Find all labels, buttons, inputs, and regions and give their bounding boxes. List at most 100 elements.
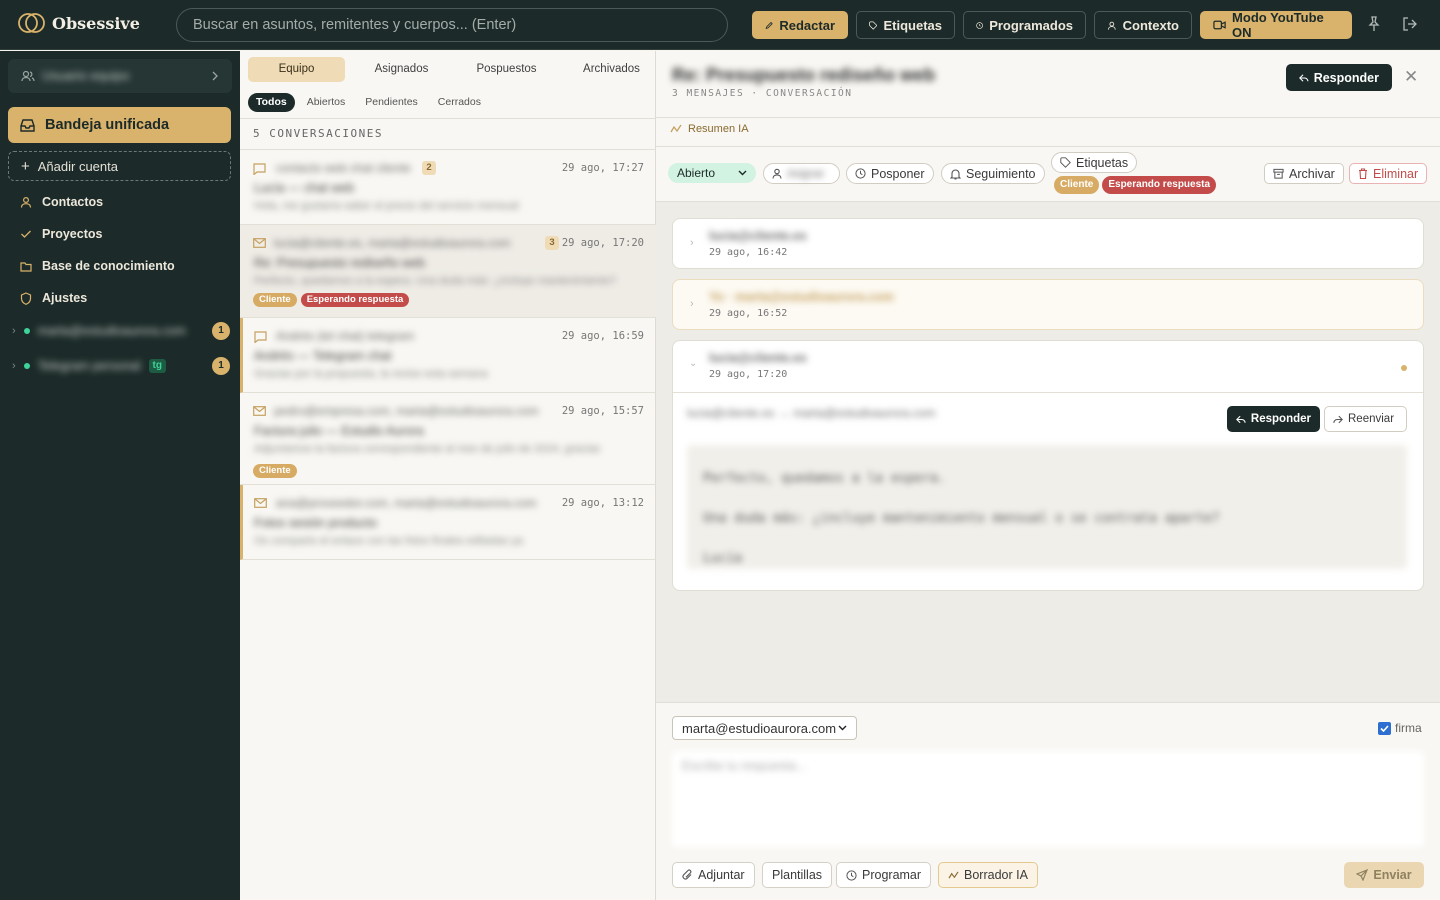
from-account-value: marta@estudioaurora.com [682, 720, 837, 736]
chevron-right-icon: › [12, 325, 16, 337]
tag-icon [869, 20, 878, 30]
chevron-right-icon: › [690, 237, 694, 249]
pin-icon[interactable] [1367, 16, 1381, 32]
ai-draft-button[interactable]: Borrador IA [938, 862, 1038, 888]
search-input[interactable]: Buscar en asuntos, remitentes y cuerpos.… [176, 8, 728, 42]
conversation-from: pedro@empresa.com, marta@estudioaurora.c… [274, 404, 539, 418]
message-count: 3 [545, 236, 559, 250]
send-label: Enviar [1373, 868, 1412, 882]
context-button[interactable]: Contexto [1094, 11, 1192, 39]
ai-summary-toggle[interactable]: Resumen IA [670, 123, 749, 135]
status-select[interactable]: Abierto [668, 163, 756, 183]
conversation-preview: Os comparto el enlace con las fotos fina… [254, 535, 524, 547]
account-name: Usuario equipo [42, 68, 130, 83]
sparkline-icon [670, 124, 682, 133]
app-logo[interactable]: Obsessive [18, 12, 140, 34]
folder-icon [20, 261, 32, 272]
attach-button[interactable]: Adjuntar [672, 862, 755, 888]
sidebar-item-label: Proyectos [42, 227, 103, 241]
sidebar-item-settings[interactable]: Ajustes [20, 291, 87, 305]
sidebar-account-telegram[interactable]: › Telegram personal tg 1 [12, 356, 230, 376]
paperclip-icon [682, 869, 692, 880]
reply-button[interactable]: Responder [1286, 64, 1392, 91]
filter-pending[interactable]: Pendientes [357, 93, 426, 112]
tab-team[interactable]: Equipo [248, 57, 345, 82]
delete-button[interactable]: Eliminar [1349, 163, 1428, 184]
chevron-right-icon [212, 71, 218, 81]
archive-button[interactable]: Archivar [1264, 163, 1344, 184]
conversation-preview: Gracias por la propuesta, la reviso esta… [254, 368, 488, 380]
account-switcher[interactable]: Usuario equipo [8, 59, 232, 93]
ai-draft-label: Borrador IA [964, 868, 1028, 882]
filter-all[interactable]: Todos [248, 93, 295, 112]
conversation-labels: Cliente Esperando respuesta [1054, 176, 1217, 194]
follow-up-button[interactable]: Seguimiento [941, 163, 1045, 184]
sidebar-item-knowledge-base[interactable]: Base de conocimiento [20, 259, 175, 273]
conversation-from: Andrés (tel chat) telegram [276, 329, 415, 343]
tab-archived[interactable]: Archivados [563, 57, 660, 82]
reply-icon [1299, 73, 1309, 82]
labels-button[interactable]: Etiquetas [856, 11, 955, 39]
person-icon [20, 196, 32, 208]
checkbox-checked-icon[interactable] [1378, 721, 1391, 735]
message-collapsed[interactable]: › lucia@cliente.es 29 ago, 16:42 [672, 218, 1424, 269]
youtube-label: Modo YouTube ON [1232, 10, 1324, 40]
labels-button[interactable]: Etiquetas [1051, 152, 1138, 173]
add-account-button[interactable]: + Añadir cuenta [8, 151, 231, 181]
filter-closed[interactable]: Cerrados [430, 93, 489, 112]
tab-assigned[interactable]: Asignados [353, 57, 450, 82]
labels-label: Etiquetas [883, 17, 942, 33]
detail-header: Re: Presupuesto rediseño web 3 MENSAJES … [656, 51, 1440, 202]
templates-button[interactable]: Plantillas [762, 862, 833, 888]
conversation-from: ana@proveedor.com, marta@estudioaurora.c… [276, 496, 537, 510]
snooze-button[interactable]: Posponer [846, 163, 934, 184]
tag-icon [1060, 157, 1071, 168]
list-item[interactable]: ana@proveedor.com, marta@estudioaurora.c… [240, 485, 656, 560]
compose-button[interactable]: Redactar [752, 11, 848, 39]
label-badge[interactable]: Cliente [1054, 176, 1100, 194]
reply-icon [1236, 415, 1246, 423]
conversation-time: 29 ago, 17:27 [561, 162, 644, 174]
user-icon [1107, 21, 1116, 30]
list-item[interactable]: Andrés (tel chat) telegram 29 ago, 16:59… [240, 318, 656, 393]
label-badge[interactable]: Esperando respuesta [1102, 176, 1217, 194]
send-icon [1356, 869, 1369, 881]
conversation-labels: Cliente Esperando respuesta [253, 293, 410, 307]
message-from: lucia@cliente.es [709, 351, 807, 365]
status-filters: Todos Abiertos Pendientes Cerrados [248, 93, 489, 112]
mail-icon [254, 498, 267, 508]
body-line: Perfecto, quedamos a la espera. [703, 471, 946, 486]
context-label: Contexto [1122, 17, 1179, 33]
shield-icon [20, 291, 32, 305]
close-icon[interactable]: ✕ [1404, 67, 1418, 87]
youtube-mode-button[interactable]: Modo YouTube ON [1200, 10, 1352, 40]
list-item[interactable]: pedro@empresa.com, marta@estudioaurora.c… [240, 393, 656, 485]
sidebar-item-contacts[interactable]: Contactos [20, 195, 103, 209]
message-time: 29 ago, 16:52 [709, 308, 788, 319]
assign-button[interactable]: Asignar [763, 163, 840, 184]
schedule-button[interactable]: Programar [836, 862, 932, 888]
forward-button[interactable]: Reenviar [1324, 406, 1407, 432]
list-item[interactable]: contacto web chat cliente 2 29 ago, 17:2… [240, 150, 656, 225]
reply-textarea[interactable]: Escribe tu respuesta... [672, 751, 1424, 847]
filter-open[interactable]: Abiertos [299, 93, 354, 112]
chevron-down-icon[interactable]: ⌄ [689, 358, 697, 369]
message-collapsed[interactable]: › Yo · marta@estudioaurora.com 29 ago, 1… [672, 279, 1424, 330]
sidebar: Usuario equipo Bandeja unificada + Añadi… [0, 51, 240, 900]
label-badge: Cliente [253, 293, 297, 307]
sidebar-item-projects[interactable]: Proyectos [20, 227, 102, 241]
list-item[interactable]: lucia@cliente.es, marta@estudioaurora.co… [240, 225, 656, 318]
signature-toggle[interactable]: firma [1378, 721, 1422, 735]
unified-inbox[interactable]: Bandeja unificada [8, 107, 231, 143]
sparkline-icon [948, 871, 959, 879]
video-camera-icon [1213, 20, 1226, 30]
scheduled-button[interactable]: Programados [963, 11, 1086, 39]
message-reply-button[interactable]: Responder [1227, 406, 1320, 432]
logout-icon[interactable] [1402, 16, 1418, 32]
from-account-select[interactable]: marta@estudioaurora.com [672, 716, 857, 740]
send-button[interactable]: Enviar [1344, 862, 1424, 888]
follow-up-label: Seguimiento [966, 166, 1036, 181]
top-bar: Obsessive Buscar en asuntos, remitentes … [0, 0, 1440, 50]
sidebar-account-email[interactable]: › marta@estudioaurora.com 1 [12, 321, 230, 341]
tab-snoozed[interactable]: Pospuestos [458, 57, 555, 82]
